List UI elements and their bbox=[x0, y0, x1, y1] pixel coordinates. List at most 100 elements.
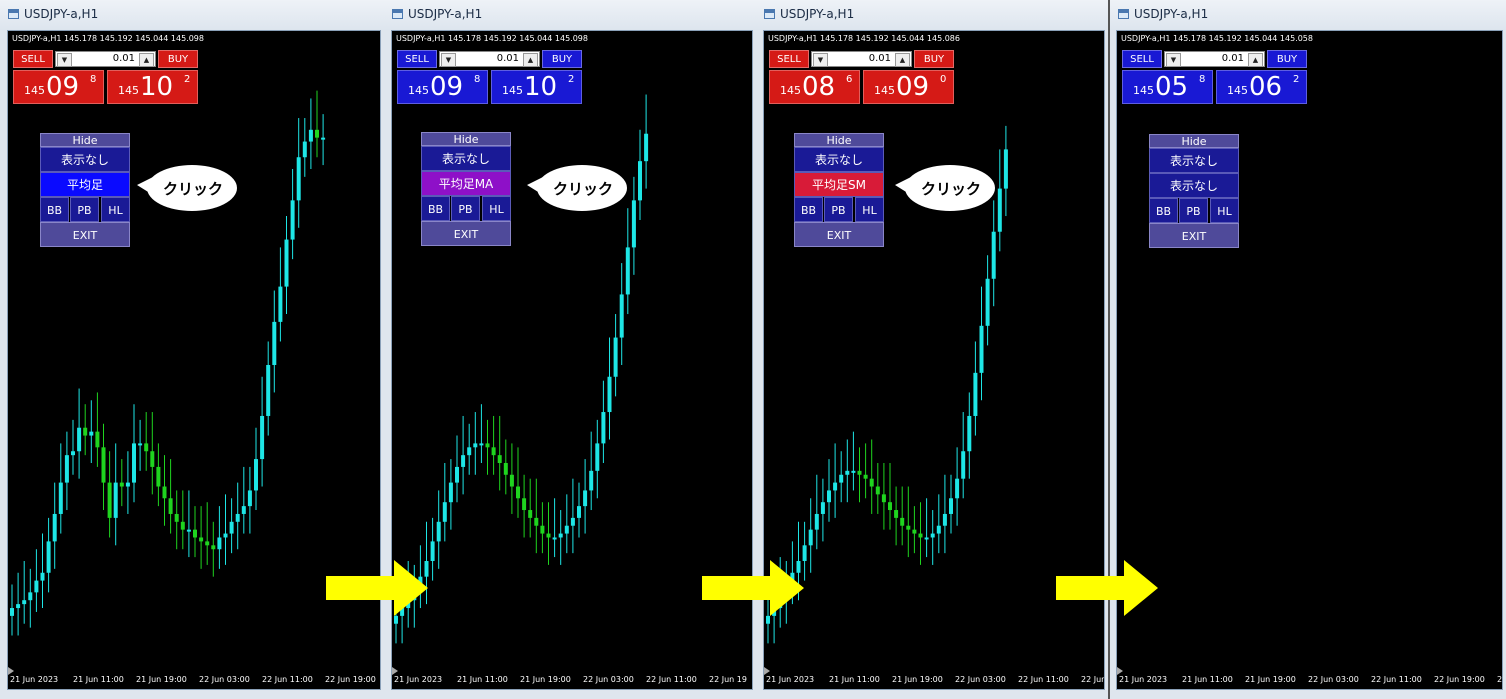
chevron-down-icon[interactable]: ▼ bbox=[57, 53, 72, 67]
lot-size-value[interactable]: 0.01 bbox=[497, 53, 519, 64]
time-axis-label: 22 Jun 19:00 bbox=[1081, 675, 1105, 684]
pb-button[interactable]: PB bbox=[1179, 198, 1208, 223]
chart-window[interactable]: USDJPY-a,H1 USDJPY-a,H1 145.178 145.192 … bbox=[326, 0, 756, 699]
bid-price-button[interactable]: 145 08 6 bbox=[769, 70, 860, 104]
time-axis-label: 21 Jun 19:00 bbox=[892, 675, 943, 684]
heikin-ashi-ma-button[interactable]: 平均足MA bbox=[421, 171, 511, 196]
time-axis-label: 21 Jun 2023 bbox=[1119, 675, 1168, 684]
buy-button[interactable]: BUY bbox=[1267, 50, 1307, 68]
window-titlebar[interactable]: USDJPY-a,H1 bbox=[384, 0, 756, 30]
candle-body bbox=[558, 533, 563, 538]
chevron-down-icon[interactable]: ▼ bbox=[813, 53, 828, 67]
bb-button[interactable]: BB bbox=[1149, 198, 1178, 223]
sell-button[interactable]: SELL bbox=[1122, 50, 1162, 68]
candle bbox=[22, 561, 27, 624]
hide-button[interactable]: Hide bbox=[421, 132, 511, 146]
lot-size-field[interactable]: ▼ 0.01 ▲ bbox=[1164, 51, 1265, 67]
ask-price-button[interactable]: 145 09 0 bbox=[863, 70, 954, 104]
candle bbox=[485, 419, 490, 475]
chart-area[interactable]: USDJPY-a,H1 145.178 145.192 145.044 145.… bbox=[1116, 30, 1503, 690]
exit-button[interactable]: EXIT bbox=[1149, 223, 1239, 248]
no-display-button[interactable]: 表示なし bbox=[1149, 148, 1239, 173]
candle-body bbox=[485, 443, 490, 448]
candle-body bbox=[321, 137, 326, 140]
candle-body bbox=[936, 525, 941, 534]
exit-button[interactable]: EXIT bbox=[794, 222, 884, 247]
chevron-down-icon[interactable]: ▼ bbox=[441, 53, 456, 67]
no-display-button[interactable]: 表示なし bbox=[794, 147, 884, 172]
bid-price-button[interactable]: 145 09 8 bbox=[13, 70, 104, 104]
hide-button[interactable]: Hide bbox=[1149, 134, 1239, 148]
lot-size-value[interactable]: 0.01 bbox=[869, 53, 891, 64]
sell-button[interactable]: SELL bbox=[397, 50, 437, 68]
bb-button[interactable]: BB bbox=[40, 197, 69, 222]
no-display-button[interactable]: 表示なし bbox=[421, 146, 511, 171]
bb-button[interactable]: BB bbox=[794, 197, 823, 222]
candle-body bbox=[894, 510, 899, 518]
candle bbox=[528, 478, 533, 538]
hide-button[interactable]: Hide bbox=[794, 133, 884, 147]
chevron-up-icon[interactable]: ▲ bbox=[895, 53, 910, 67]
chart-window[interactable]: USDJPY-a,H1 USDJPY-a,H1 145.178 145.192 … bbox=[1056, 0, 1506, 699]
hl-button[interactable]: HL bbox=[1210, 198, 1239, 223]
ask-price-point: 2 bbox=[1293, 74, 1300, 85]
hl-button[interactable]: HL bbox=[482, 196, 511, 221]
ask-price-button[interactable]: 145 06 2 bbox=[1216, 70, 1307, 104]
buy-button[interactable]: BUY bbox=[158, 50, 198, 68]
pb-button[interactable]: PB bbox=[70, 197, 99, 222]
candle-body bbox=[193, 529, 197, 538]
candle-body bbox=[254, 459, 258, 491]
chart-area[interactable]: USDJPY-a,H1 145.178 145.192 145.044 145.… bbox=[391, 30, 753, 690]
pb-button[interactable]: PB bbox=[824, 197, 853, 222]
bb-button[interactable]: BB bbox=[421, 196, 450, 221]
candle-body bbox=[22, 600, 27, 605]
symbol-info: USDJPY-a,H1 145.178 145.192 145.044 145.… bbox=[12, 34, 204, 43]
candle bbox=[71, 419, 75, 475]
candle-body bbox=[1003, 149, 1008, 189]
no-display-button-2[interactable]: 表示なし bbox=[1149, 173, 1239, 198]
bid-price-prefix: 145 bbox=[24, 84, 45, 97]
ask-price-button[interactable]: 145 10 2 bbox=[107, 70, 198, 104]
ask-price-button[interactable]: 145 10 2 bbox=[491, 70, 582, 104]
chevron-down-icon[interactable]: ▼ bbox=[1166, 53, 1181, 67]
lot-size-field[interactable]: ▼ 0.01 ▲ bbox=[811, 51, 912, 67]
candle-body bbox=[595, 443, 600, 471]
buy-button[interactable]: BUY bbox=[914, 50, 954, 68]
heikin-ashi-button[interactable]: 平均足 bbox=[40, 172, 130, 197]
candle bbox=[217, 506, 222, 569]
chevron-up-icon[interactable]: ▲ bbox=[523, 53, 538, 67]
candle-body bbox=[52, 513, 57, 542]
pb-button[interactable]: PB bbox=[451, 196, 480, 221]
hl-button[interactable]: HL bbox=[855, 197, 884, 222]
hide-button[interactable]: Hide bbox=[40, 133, 130, 147]
exit-button[interactable]: EXIT bbox=[421, 221, 511, 246]
lot-size-field[interactable]: ▼ 0.01 ▲ bbox=[439, 51, 540, 67]
exit-button[interactable]: EXIT bbox=[40, 222, 130, 247]
heikin-ashi-sm-button[interactable]: 平均足SM bbox=[794, 172, 884, 197]
chart-area[interactable]: USDJPY-a,H1 145.178 145.192 145.044 145.… bbox=[7, 30, 381, 690]
bid-price-button[interactable]: 145 09 8 bbox=[397, 70, 488, 104]
candle bbox=[436, 490, 441, 569]
candle-body bbox=[168, 498, 173, 514]
candle bbox=[223, 494, 228, 565]
lot-size-value[interactable]: 0.01 bbox=[1222, 53, 1244, 64]
sell-button[interactable]: SELL bbox=[769, 50, 809, 68]
candle-body bbox=[814, 513, 819, 530]
bid-price-button[interactable]: 145 05 8 bbox=[1122, 70, 1213, 104]
chevron-up-icon[interactable]: ▲ bbox=[1248, 53, 1263, 67]
candle bbox=[479, 404, 484, 463]
window-titlebar[interactable]: USDJPY-a,H1 bbox=[756, 0, 1108, 30]
candle-body bbox=[442, 502, 447, 522]
window-titlebar[interactable]: USDJPY-a,H1 bbox=[1110, 0, 1506, 30]
window-titlebar[interactable]: USDJPY-a,H1 bbox=[0, 0, 384, 30]
buy-button[interactable]: BUY bbox=[542, 50, 582, 68]
candle bbox=[284, 216, 289, 315]
chart-area[interactable]: USDJPY-a,H1 145.178 145.192 145.044 145.… bbox=[763, 30, 1105, 690]
sell-button[interactable]: SELL bbox=[13, 50, 53, 68]
chevron-up-icon[interactable]: ▲ bbox=[139, 53, 154, 67]
hl-button[interactable]: HL bbox=[101, 197, 130, 222]
candle-body bbox=[820, 502, 825, 514]
no-display-button[interactable]: 表示なし bbox=[40, 147, 130, 172]
lot-size-value[interactable]: 0.01 bbox=[113, 53, 135, 64]
lot-size-field[interactable]: ▼ 0.01 ▲ bbox=[55, 51, 156, 67]
